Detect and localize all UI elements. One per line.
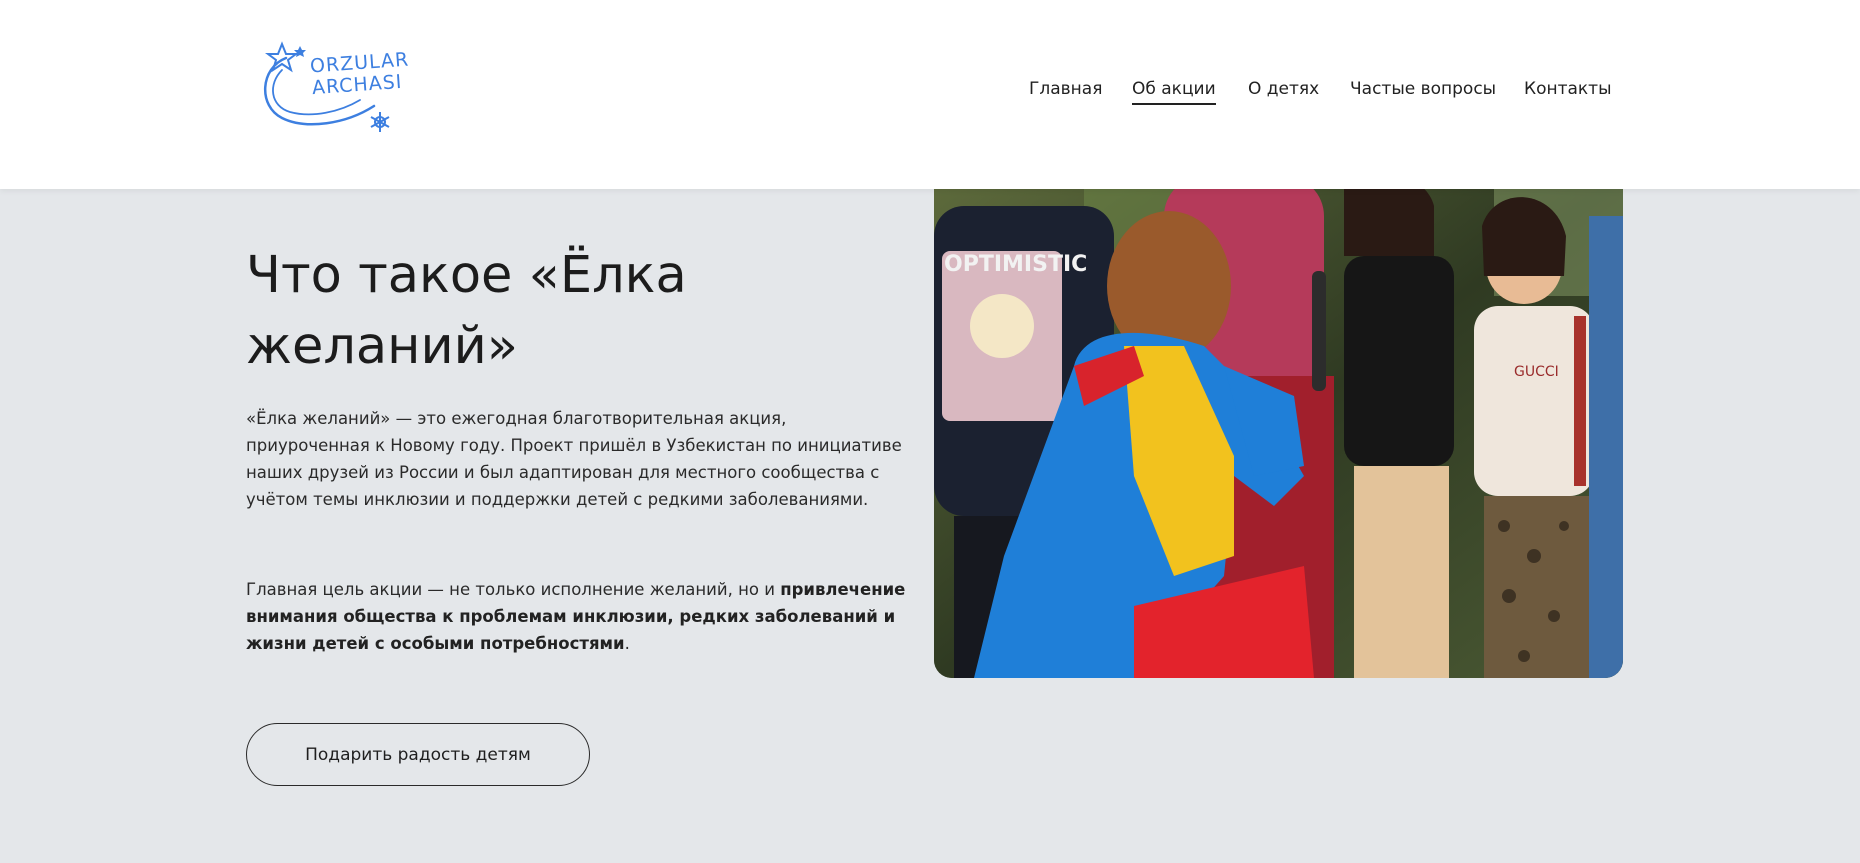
nav-item-children[interactable]: О детях <box>1248 78 1319 100</box>
intro-paragraph: «Ёлка желаний» — это ежегодная благотвор… <box>246 409 902 509</box>
nav-item-home[interactable]: Главная <box>1029 78 1102 100</box>
shirt-text: OPTIMISTIC <box>944 252 1087 277</box>
nav-item-contacts[interactable]: Контакты <box>1524 78 1612 100</box>
goal-paragraph: Главная цель акции — не только исполнени… <box>246 576 906 657</box>
goal-text-end: . <box>624 634 630 653</box>
nav-item-about[interactable]: Об акции <box>1132 78 1216 105</box>
event-photo: OPTIMISTIC GUCCI <box>934 176 1623 678</box>
nav-item-faq[interactable]: Частые вопросы <box>1350 78 1496 100</box>
hoodie-text: GUCCI <box>1514 364 1559 380</box>
event-photo-illustration: OPTIMISTIC GUCCI <box>934 176 1623 678</box>
site-header: ORZULAR ARCHASI Главная Об акции О детях… <box>0 0 1860 189</box>
goal-text: Главная цель акции — не только исполнени… <box>246 580 781 599</box>
donate-button[interactable]: Подарить радость детям <box>246 723 590 786</box>
main-nav: Главная Об акции О детях Частые вопросы … <box>0 78 1860 108</box>
page-title: Что такое «Ёлка желаний» <box>246 246 687 376</box>
